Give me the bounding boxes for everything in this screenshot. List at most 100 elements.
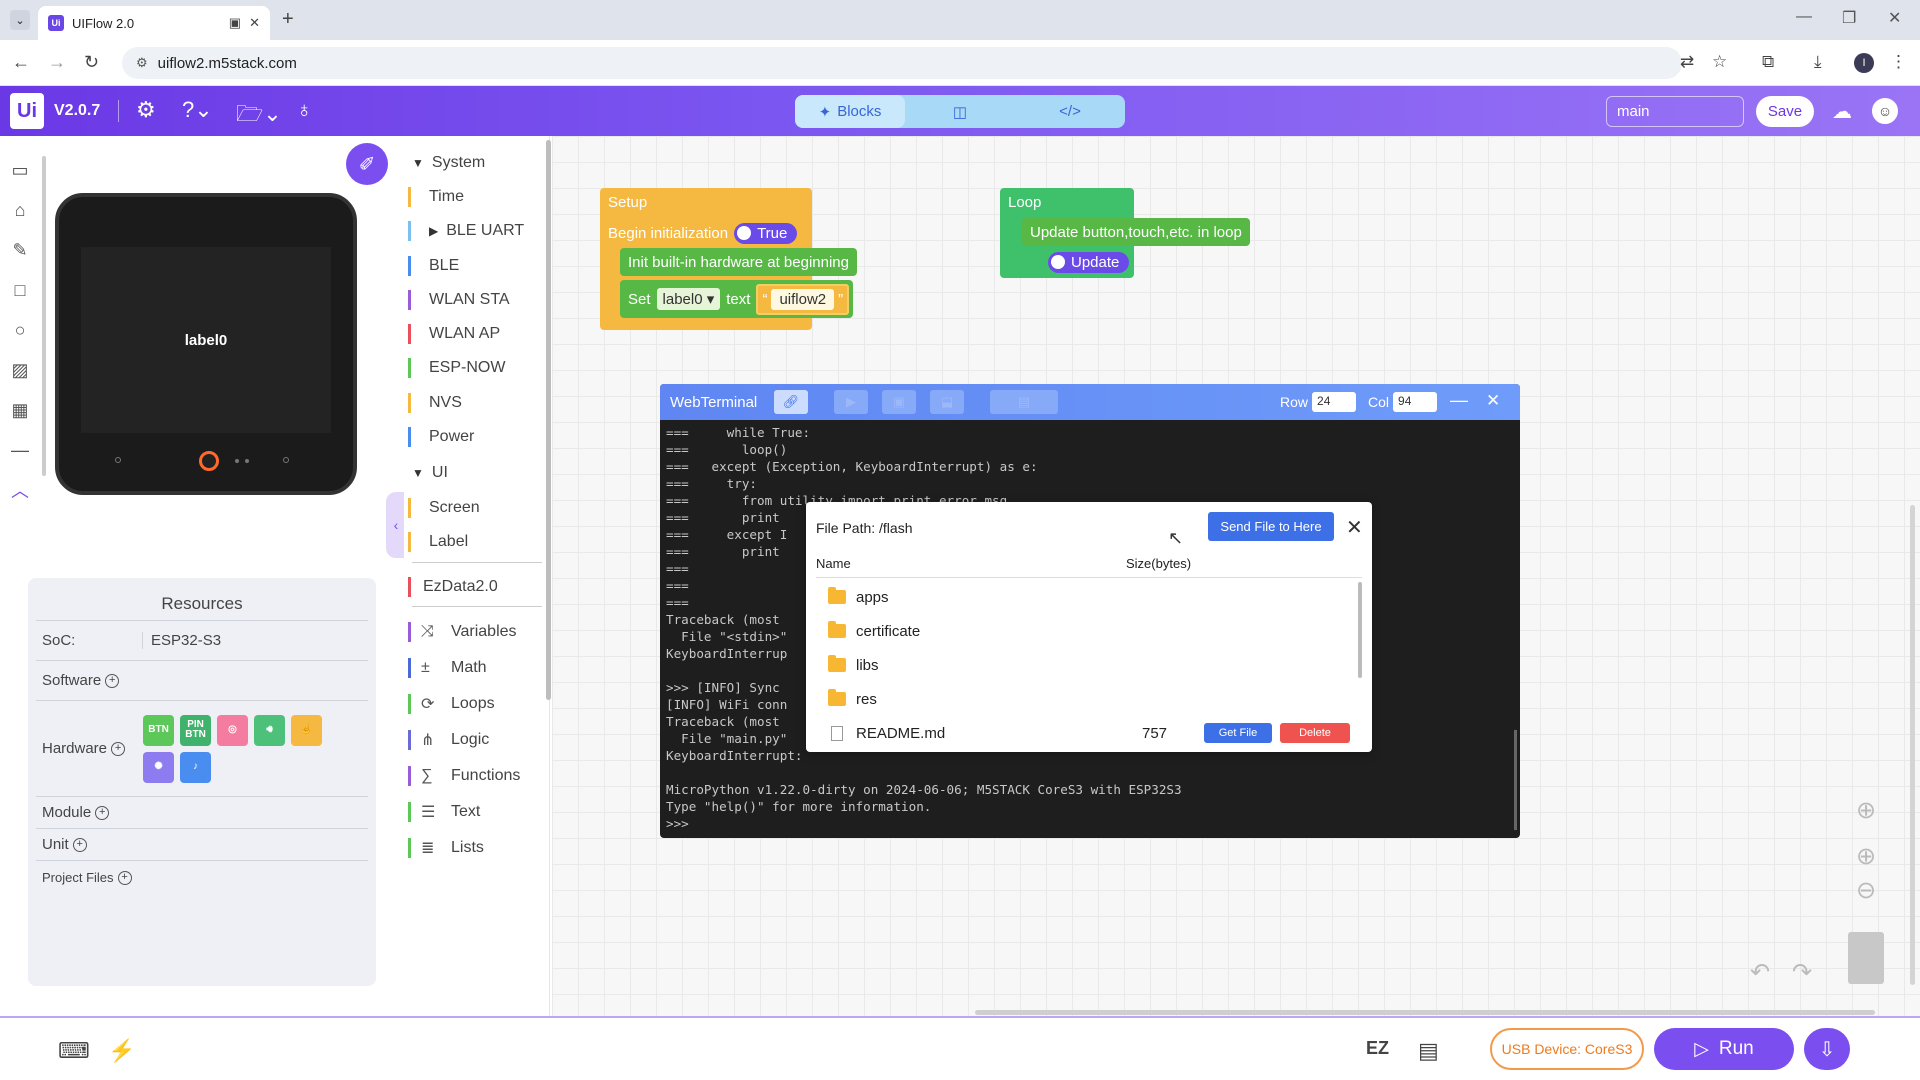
edit-ui-button[interactable]: ✐ <box>346 143 388 185</box>
tab-close-icon[interactable]: ✕ <box>249 15 260 31</box>
site-info-icon[interactable]: ⚙ <box>136 55 148 71</box>
label-dropdown[interactable]: label0 ▾ <box>656 288 721 310</box>
category-lists[interactable]: ≣ Lists <box>408 834 544 862</box>
category-time[interactable]: Time <box>408 183 544 211</box>
collapse-up-icon[interactable]: ︿ <box>8 478 32 502</box>
project-name-input[interactable]: main <box>1606 96 1744 127</box>
browser-tab[interactable]: Ui UIFlow 2.0 ▣ ✕ <box>38 6 270 40</box>
screen-label[interactable]: label0 <box>185 332 228 349</box>
save-button[interactable]: Save <box>1756 96 1814 127</box>
bookmark-star-icon[interactable]: ☆ <box>1712 52 1727 72</box>
begin-init-row[interactable]: Begin initialization True <box>600 220 805 246</box>
add-module-icon[interactable]: + <box>95 805 110 820</box>
unit-row[interactable]: Unit + <box>36 828 368 860</box>
download-to-device-icon[interactable]: ⇩ <box>1804 1028 1850 1070</box>
translate-icon[interactable]: ⇄ <box>1680 52 1694 72</box>
recenter-icon[interactable]: ⊕ <box>1856 796 1876 825</box>
workspace-horizontal-scrollbar[interactable] <box>975 1010 1875 1015</box>
tag-icon[interactable]: ⌂ <box>8 198 32 222</box>
reload-icon[interactable]: ↻ <box>84 52 99 73</box>
row-input[interactable]: 24 <box>1312 392 1357 412</box>
category-ble-uart[interactable]: ▶ BLE UART <box>408 217 544 245</box>
col-input[interactable]: 94 <box>1393 392 1438 412</box>
redo-icon[interactable]: ↷ <box>1792 958 1812 987</box>
category-label[interactable]: Label <box>408 528 544 556</box>
delete-file-button[interactable]: Delete <box>1280 723 1350 743</box>
light-icon[interactable]: ✺ <box>143 751 175 783</box>
dialog-close-icon[interactable]: ✕ <box>1346 515 1363 540</box>
category-screen[interactable]: Screen <box>408 494 544 522</box>
touch-icon[interactable]: ☝ <box>291 714 323 746</box>
downloads-icon[interactable]: ⤓ <box>1814 52 1822 72</box>
run-script-icon[interactable]: ▶ <box>834 390 868 414</box>
module-row[interactable]: Module + <box>36 796 368 828</box>
link-icon[interactable]: 🔗︎ <box>774 390 808 414</box>
shapes-icon[interactable]: ✎ <box>8 238 32 262</box>
terminal-scrollbar[interactable] <box>1514 730 1517 830</box>
string-value[interactable]: uiflow2 <box>771 288 835 310</box>
set-label-text-block[interactable]: Set label0 ▾ text “ uiflow2 ” <box>620 280 854 318</box>
get-file-button[interactable]: Get File <box>1204 723 1272 743</box>
trash-icon[interactable] <box>1848 932 1884 984</box>
update-in-loop-block[interactable]: Update button,touch,etc. in loop <box>1022 218 1250 246</box>
browser-menu-icon[interactable]: ⋮ <box>1890 52 1907 72</box>
zoom-in-icon[interactable]: ⊕ <box>1856 842 1876 871</box>
category-math[interactable]: ± Math <box>408 654 544 682</box>
project-files-row[interactable]: Project Files + <box>36 860 368 894</box>
true-toggle[interactable]: True <box>734 222 798 244</box>
settings-icon[interactable]: ⚙ <box>136 97 156 123</box>
speaker-icon[interactable]: 🔊︎ <box>254 714 286 746</box>
zoom-out-icon[interactable]: ⊖ <box>1856 876 1876 905</box>
category-system[interactable]: ▼ System <box>408 149 544 177</box>
file-list-item[interactable]: res <box>816 682 1352 716</box>
new-tab-icon[interactable]: + <box>282 8 294 31</box>
file-list-scrollbar[interactable] <box>1358 582 1362 678</box>
file-manager-icon[interactable]: ▤ <box>990 390 1058 414</box>
planet-icon[interactable]: ♁ <box>296 97 313 123</box>
help-icon[interactable]: ?⌄ <box>182 97 213 123</box>
ring-icon[interactable]: ◎ <box>217 714 249 746</box>
file-list-item[interactable]: certificate <box>816 614 1352 648</box>
usb-device-status[interactable]: USB Device: CoreS3 <box>1490 1028 1644 1070</box>
init-hardware-block[interactable]: Init built-in hardware at beginning <box>620 248 857 276</box>
tab-search-chevron-icon[interactable]: ⌄ <box>10 10 30 30</box>
restore-icon[interactable]: ❐ <box>1842 8 1856 28</box>
web-terminal-header[interactable]: WebTerminal 🔗︎ ▶ ▣ ⬓ ▤ Row 24 Col 94 — ✕ <box>660 384 1520 420</box>
device-manager-icon[interactable]: ▤ <box>1418 1038 1439 1064</box>
terminal-close-icon[interactable]: ✕ <box>1486 391 1500 411</box>
category-variables[interactable]: ⤨ Variables <box>408 618 544 646</box>
ezdata-icon[interactable]: EZ <box>1366 1038 1389 1059</box>
download-script-icon[interactable]: ⬓ <box>930 390 964 414</box>
forward-icon[interactable]: → <box>48 52 66 73</box>
undo-icon[interactable]: ↶ <box>1750 958 1770 987</box>
user-avatar[interactable]: ☺ <box>1872 98 1898 124</box>
url-field[interactable]: ⚙ uiflow2.m5stack.com <box>122 47 1682 79</box>
workspace-vertical-scrollbar[interactable] <box>1910 505 1915 985</box>
mic-icon[interactable]: ♪ <box>180 751 212 783</box>
category-esp-now[interactable]: ESP-NOW <box>408 354 544 382</box>
update-toggle-row[interactable]: Update <box>1040 250 1137 274</box>
tab-code[interactable]: </> <box>1015 95 1125 128</box>
add-software-icon[interactable]: + <box>105 673 120 688</box>
flash-icon[interactable]: ⚡ <box>108 1038 135 1064</box>
add-hardware-icon[interactable]: + <box>111 741 126 756</box>
update-toggle[interactable]: Update <box>1048 251 1130 273</box>
category-power[interactable]: Power <box>408 423 544 451</box>
category-ble[interactable]: BLE <box>408 252 544 280</box>
tab-audio-icon[interactable]: ▣ <box>229 15 241 31</box>
device-screen[interactable]: label0 <box>81 247 331 433</box>
save-script-icon[interactable]: ▣ <box>882 390 916 414</box>
send-file-button[interactable]: Send File to Here <box>1208 512 1334 541</box>
category-ui[interactable]: ▼ UI <box>408 459 544 487</box>
category-ezdata[interactable]: EzData2.0 <box>408 573 544 601</box>
software-row[interactable]: Software + <box>36 660 368 700</box>
back-icon[interactable]: ← <box>12 52 30 73</box>
category-wlan-ap[interactable]: WLAN AP <box>408 320 544 348</box>
category-text[interactable]: ☰ Text <box>408 798 544 826</box>
image-icon[interactable]: ▨ <box>8 358 32 382</box>
circle-icon[interactable]: ○ <box>8 318 32 342</box>
file-list-item[interactable]: libs <box>816 648 1352 682</box>
run-button[interactable]: ▷ Run <box>1654 1028 1794 1070</box>
file-list-item[interactable]: README.md 757 Get File Delete <box>816 716 1352 750</box>
category-functions[interactable]: ∑ Functions <box>408 762 544 790</box>
